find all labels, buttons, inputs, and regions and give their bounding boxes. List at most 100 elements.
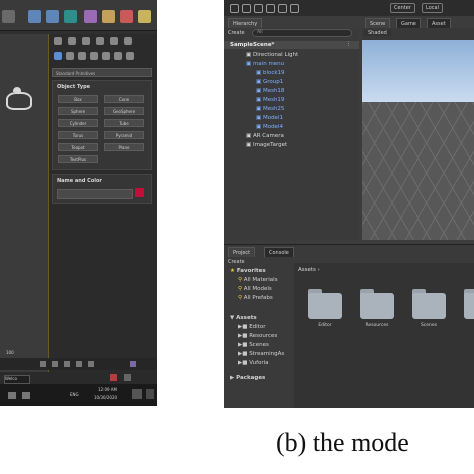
- clock-time[interactable]: 12:09 AM: [98, 387, 117, 392]
- notification-icon[interactable]: [132, 389, 142, 399]
- geometry-icon[interactable]: [54, 52, 62, 60]
- maxscript-listener[interactable]: Welco: [4, 375, 30, 384]
- layout-icon[interactable]: [28, 10, 41, 23]
- favorite-item[interactable]: ⚲ All Materials: [238, 277, 278, 283]
- favorite-item[interactable]: ⚲ All Prefabs: [238, 295, 273, 301]
- asset-folder-item[interactable]: ▶■ Vuforia: [238, 360, 269, 366]
- favorites-header[interactable]: ★ Favorites: [230, 268, 266, 274]
- rollout-title[interactable]: Name and Color: [53, 175, 151, 187]
- draw-mode-dropdown[interactable]: Shaded: [364, 30, 391, 36]
- hierarchy-tab-icon[interactable]: [82, 37, 90, 45]
- tab-console[interactable]: Console: [264, 247, 294, 257]
- move-tool-icon[interactable]: [242, 4, 251, 13]
- teapot-object[interactable]: [6, 92, 32, 110]
- object-type-button[interactable]: TextPlus: [58, 155, 98, 163]
- primitive-type-dropdown[interactable]: Standard Primitives: [52, 68, 152, 77]
- folder-icon[interactable]: [412, 289, 446, 319]
- cameras-icon[interactable]: [90, 52, 98, 60]
- hierarchy-search[interactable]: All: [252, 29, 352, 37]
- set-key-icon[interactable]: [124, 374, 131, 381]
- show-desktop-icon[interactable]: [146, 389, 154, 399]
- perspective-viewport[interactable]: [0, 34, 49, 384]
- material-editor-icon[interactable]: [84, 10, 97, 23]
- object-name-field[interactable]: [57, 189, 133, 199]
- asset-folder-item[interactable]: ▶■ Resources: [238, 333, 277, 339]
- hierarchy-item[interactable]: ▣ block19: [256, 70, 285, 76]
- hierarchy-item[interactable]: ▣ Group1: [256, 79, 283, 85]
- tab-hierarchy[interactable]: Hierarchy: [228, 18, 263, 28]
- lights-icon[interactable]: [78, 52, 86, 60]
- hierarchy-item[interactable]: ▣ Model4: [256, 124, 283, 130]
- create-tab-icon[interactable]: [54, 37, 62, 45]
- next-frame-icon[interactable]: [76, 361, 82, 367]
- object-type-button[interactable]: Cylinder: [58, 119, 98, 127]
- folder-icon[interactable]: [308, 289, 342, 319]
- transform-tool-icon[interactable]: [290, 4, 299, 13]
- pivot-center-toggle[interactable]: Center: [390, 3, 415, 13]
- hierarchy-item[interactable]: ▣ ImageTarget: [246, 142, 287, 148]
- folder-icon[interactable]: [464, 289, 474, 319]
- object-color-swatch[interactable]: [135, 188, 144, 197]
- motion-tab-icon[interactable]: [96, 37, 104, 45]
- hierarchy-item[interactable]: ▣ Model1: [256, 115, 283, 121]
- input-language[interactable]: ENG: [70, 392, 79, 397]
- tab-project[interactable]: Project: [228, 247, 256, 257]
- hierarchy-item[interactable]: ▣ Mesh19: [256, 97, 284, 103]
- render-icon[interactable]: [120, 10, 133, 23]
- create-menu[interactable]: Create: [228, 30, 245, 36]
- scene-view[interactable]: Shaded: [362, 28, 474, 240]
- render-frame-icon[interactable]: [138, 10, 151, 23]
- object-type-button[interactable]: Torus: [58, 131, 98, 139]
- object-type-button[interactable]: Box: [58, 95, 98, 103]
- auto-key-icon[interactable]: [110, 374, 117, 381]
- object-type-button[interactable]: Cone: [104, 95, 144, 103]
- breadcrumb[interactable]: Assets ›: [298, 267, 320, 273]
- asset-folder-item[interactable]: ▶■ Editor: [238, 324, 265, 330]
- clock-date[interactable]: 10/30/2020: [94, 395, 117, 400]
- volume-icon[interactable]: [22, 392, 30, 399]
- tab-scene[interactable]: Scene: [365, 18, 391, 28]
- asset-folder-item[interactable]: ▶■ Scenes: [238, 342, 269, 348]
- scene-menu-icon[interactable]: ⋮: [346, 41, 351, 47]
- pivot-local-toggle[interactable]: Local: [422, 3, 443, 13]
- play-icon[interactable]: [64, 361, 70, 367]
- tool-icon[interactable]: [2, 10, 15, 23]
- go-start-icon[interactable]: [40, 361, 46, 367]
- render-setup-icon[interactable]: [102, 10, 115, 23]
- hierarchy-item[interactable]: ▣ Mesh25: [256, 106, 284, 112]
- tab-game[interactable]: Game: [396, 18, 421, 28]
- hierarchy-item[interactable]: ▣ Directional Light: [246, 52, 298, 58]
- object-type-button[interactable]: Tube: [104, 119, 144, 127]
- object-type-button[interactable]: GeoSphere: [104, 107, 144, 115]
- systems-icon[interactable]: [126, 52, 134, 60]
- grid-icon[interactable]: [46, 10, 59, 23]
- assets-header[interactable]: ▼ Assets: [230, 315, 257, 321]
- asset-folder-item[interactable]: ▶■ StreamingAs: [238, 351, 284, 357]
- spacewarps-icon[interactable]: [114, 52, 122, 60]
- rollout-title[interactable]: Object Type: [53, 81, 151, 93]
- object-type-button[interactable]: Pyramid: [104, 131, 144, 139]
- hand-tool-icon[interactable]: [230, 4, 239, 13]
- tab-asset-store[interactable]: Asset: [427, 18, 451, 28]
- shapes-icon[interactable]: [66, 52, 74, 60]
- object-type-button[interactable]: Sphere: [58, 107, 98, 115]
- schematic-icon[interactable]: [64, 10, 77, 23]
- scene-row[interactable]: SampleScene* ⋮: [224, 41, 359, 49]
- helpers-icon[interactable]: [102, 52, 110, 60]
- rect-tool-icon[interactable]: [278, 4, 287, 13]
- scale-tool-icon[interactable]: [266, 4, 275, 13]
- utilities-tab-icon[interactable]: [124, 37, 132, 45]
- prev-frame-icon[interactable]: [52, 361, 58, 367]
- network-icon[interactable]: [8, 392, 16, 399]
- object-type-button[interactable]: Teapot: [58, 143, 98, 151]
- project-create-menu[interactable]: Create: [228, 259, 245, 265]
- display-tab-icon[interactable]: [110, 37, 118, 45]
- folder-icon[interactable]: [360, 289, 394, 319]
- key-mode-icon[interactable]: [130, 361, 136, 367]
- modify-tab-icon[interactable]: [68, 37, 76, 45]
- hierarchy-item[interactable]: ▣ AR Camera: [246, 133, 284, 139]
- hierarchy-item[interactable]: ▣ Mesh18: [256, 88, 284, 94]
- go-end-icon[interactable]: [88, 361, 94, 367]
- timeline-bar[interactable]: [0, 358, 157, 370]
- favorite-item[interactable]: ⚲ All Models: [238, 286, 272, 292]
